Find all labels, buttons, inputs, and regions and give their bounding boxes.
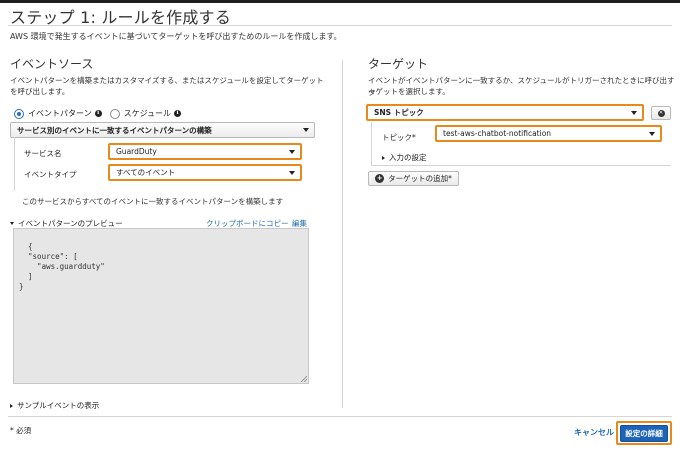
target-description-line2: ーゲットを選択します。 bbox=[368, 87, 450, 96]
add-target-button[interactable]: + ターゲットの追加* bbox=[368, 171, 459, 186]
cancel-button[interactable]: キャンセル bbox=[574, 427, 614, 438]
plus-icon: + bbox=[375, 174, 385, 183]
configure-details-button[interactable]: 設定の詳細 bbox=[620, 424, 668, 442]
chevron-down-icon bbox=[649, 131, 655, 136]
sample-events-toggle[interactable]: サンプルイベントの表示 bbox=[10, 400, 99, 411]
footer-divider bbox=[8, 416, 672, 417]
add-target-label: ターゲットの追加* bbox=[388, 174, 452, 183]
target-heading: ターゲット bbox=[368, 57, 429, 71]
chevron-down-icon bbox=[289, 149, 295, 154]
caret-right-icon bbox=[10, 403, 13, 408]
input-settings-label: 入力の設定 bbox=[389, 153, 427, 162]
caret-down-icon bbox=[10, 222, 14, 225]
top-bar bbox=[0, 0, 680, 3]
pattern-builder-select[interactable]: サービス別のイベントに一致するイベントパターンの構築 bbox=[10, 122, 315, 138]
target-type-select[interactable]: SNS トピック bbox=[366, 104, 644, 121]
source-type-radio-group: イベントパターン i スケジュール i bbox=[14, 108, 189, 119]
sample-events-label: サンプルイベントの表示 bbox=[17, 401, 100, 410]
service-name-select[interactable]: GuardDuty bbox=[108, 143, 302, 160]
service-name-value: GuardDuty bbox=[116, 147, 157, 156]
event-type-label: イベントタイプ bbox=[24, 170, 77, 179]
chevron-down-icon bbox=[303, 128, 309, 132]
schedule-radio[interactable] bbox=[109, 108, 120, 119]
remove-target-button[interactable]: ✕ bbox=[651, 106, 671, 120]
close-icon: ✕ bbox=[657, 109, 665, 117]
topic-value: test-aws-chatbot-notification bbox=[443, 129, 552, 138]
info-icon[interactable]: i bbox=[174, 110, 182, 117]
service-name-label: サービス名 bbox=[24, 149, 62, 158]
required-note: * 必須 bbox=[10, 426, 32, 435]
target-type-value: SNS トピック bbox=[374, 108, 424, 117]
event-source-description-line2: を呼び出します。 bbox=[10, 87, 70, 96]
schedule-radio-label[interactable]: スケジュール bbox=[124, 108, 171, 119]
info-icon[interactable]: i bbox=[94, 110, 102, 117]
title-divider bbox=[8, 25, 672, 26]
input-settings-toggle[interactable]: 入力の設定 bbox=[382, 152, 427, 163]
page-description: AWS 環境で発生するイベントに基づいてターゲットを呼び出すためのルールを作成し… bbox=[10, 32, 342, 41]
topic-label: トピック* bbox=[382, 133, 416, 142]
topic-select[interactable]: test-aws-chatbot-notification bbox=[435, 125, 662, 142]
configure-details-highlight: 設定の詳細 bbox=[616, 421, 672, 445]
event-pattern-radio-label[interactable]: イベントパターン bbox=[28, 108, 92, 119]
service-note: このサービスからすべてのイベントに一致するイベントパターンを構築します bbox=[22, 197, 284, 206]
event-type-select[interactable]: すべてのイベント bbox=[108, 164, 302, 181]
caret-right-icon bbox=[382, 155, 385, 160]
event-pattern-radio[interactable] bbox=[14, 108, 24, 119]
pattern-builder-select-value: サービス別のイベントに一致するイベントパターンの構築 bbox=[17, 125, 212, 135]
resize-handle-icon[interactable] bbox=[300, 375, 307, 382]
chevron-down-icon bbox=[289, 170, 295, 175]
event-pattern-preview[interactable]: { "source": [ "aws.guardduty" ] } bbox=[13, 228, 309, 384]
event-pattern-code: { "source": [ "aws.guardduty" ] } bbox=[19, 242, 105, 291]
event-source-heading: イベントソース bbox=[10, 57, 94, 71]
event-type-value: すべてのイベント bbox=[116, 168, 176, 177]
section-divider bbox=[342, 60, 343, 408]
chevron-down-icon bbox=[631, 110, 637, 115]
